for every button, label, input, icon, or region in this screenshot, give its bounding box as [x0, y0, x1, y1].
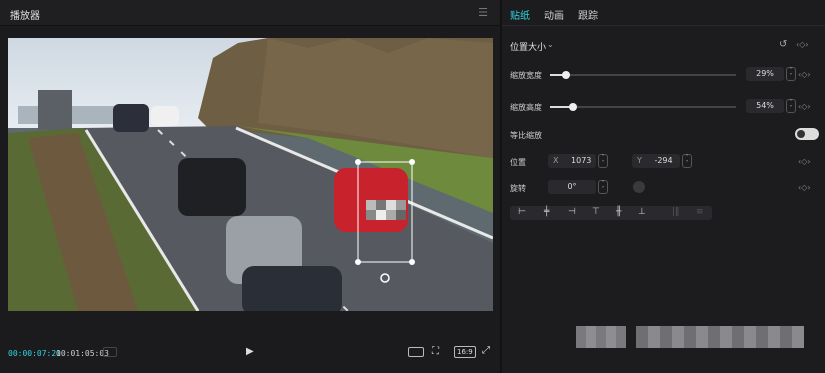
player-controls: 00:00:07:21 00:01:05:03 ▶ ⛶ 16:9 ⤢	[0, 338, 500, 368]
position-y-field[interactable]: Y -294	[632, 154, 680, 168]
y-axis-label: Y	[637, 156, 642, 165]
scale-height-slider[interactable]	[550, 103, 736, 111]
tab-sticker[interactable]: 贴纸	[510, 7, 530, 22]
quality-icon[interactable]	[408, 347, 424, 357]
keyframe-icon[interactable]: ‹◇›	[798, 70, 811, 79]
scale-height-stepper[interactable]: ˄ ˅	[786, 99, 796, 113]
crop-icon[interactable]: ⛶	[432, 346, 439, 357]
position-y-stepper[interactable]: ˄ ˅	[682, 154, 692, 168]
scale-height-value[interactable]: 54%	[746, 99, 784, 113]
tab-tracking[interactable]: 跟踪	[578, 7, 598, 22]
scale-width-slider[interactable]	[550, 71, 736, 79]
play-icon[interactable]: ▶	[246, 346, 254, 357]
video-preview[interactable]	[8, 38, 493, 311]
align-right-icon[interactable]: ⊣	[568, 207, 576, 217]
keyframe-icon[interactable]: ‹◇›	[798, 157, 811, 166]
property-tabs: 贴纸 动画 跟踪	[502, 0, 825, 26]
aspect-ratio-button[interactable]: 16:9	[454, 346, 476, 358]
uniform-scale-label: 等比缩放	[510, 131, 542, 140]
slider-handle[interactable]	[562, 71, 570, 79]
thumbnail-grid-icon[interactable]	[103, 347, 117, 357]
alignment-toolbar: ⊢ ╪ ⊣ ⊤ ╫ ⊥ |‖ ≡	[510, 206, 712, 220]
scale-width-stepper[interactable]: ˄ ˅	[786, 67, 796, 81]
align-top-icon[interactable]: ⊤	[592, 207, 600, 217]
chevron-down-icon[interactable]: ⌄	[547, 40, 554, 49]
align-bottom-icon[interactable]: ⊥	[638, 207, 646, 217]
align-center-v-icon[interactable]: ╫	[616, 207, 621, 217]
position-x-stepper[interactable]: ˄ ˅	[598, 154, 608, 168]
position-label: 位置	[510, 158, 526, 167]
current-timecode: 00:00:07:21	[8, 349, 61, 358]
player-panel: 播放器 ☰ 00:00:07:21 00:01:05:03 ▶ ⛶ 16:9 ⤢	[0, 0, 500, 373]
keyframe-icon[interactable]: ‹◇›	[798, 183, 811, 192]
keyframe-icon[interactable]: ‹◇›	[798, 102, 811, 111]
position-y-value: -294	[654, 156, 673, 165]
player-header: 播放器 ☰	[0, 0, 500, 26]
rotation-dial-icon[interactable]	[633, 181, 645, 193]
uniform-scale-toggle[interactable]	[795, 128, 819, 140]
distribute-v-icon[interactable]: ≡	[696, 207, 704, 217]
redacted-area	[576, 326, 626, 348]
redacted-area	[636, 326, 804, 348]
align-center-h-icon[interactable]: ╪	[544, 207, 549, 217]
rotation-label: 旋转	[510, 184, 526, 193]
rotation-value[interactable]: 0°	[548, 180, 596, 194]
total-timecode: 00:01:05:03	[56, 349, 109, 358]
position-x-field[interactable]: X 1073	[548, 154, 596, 168]
keyframe-icon[interactable]: ‹◇›	[796, 40, 809, 49]
tab-animation[interactable]: 动画	[544, 7, 564, 22]
scale-height-label: 缩放高度	[510, 103, 542, 112]
video-frame	[8, 38, 493, 311]
properties-panel: 贴纸 动画 跟踪 位置大小 ⌄ ↺ ‹◇› 缩放宽度 29% ˄ ˅ ‹◇› 缩放…	[502, 0, 825, 373]
reset-icon[interactable]: ↺	[779, 39, 787, 50]
fullscreen-icon[interactable]: ⤢	[482, 345, 490, 356]
align-left-icon[interactable]: ⊢	[518, 207, 526, 217]
section-title: 位置大小	[510, 43, 547, 53]
distribute-h-icon[interactable]: |‖	[672, 207, 680, 217]
player-title: 播放器	[10, 11, 40, 22]
rotation-stepper[interactable]: ˄ ˅	[598, 180, 608, 194]
scale-width-value[interactable]: 29%	[746, 67, 784, 81]
menu-icon[interactable]: ☰	[478, 6, 488, 19]
x-axis-label: X	[553, 156, 559, 165]
scale-width-label: 缩放宽度	[510, 71, 542, 80]
slider-handle[interactable]	[569, 103, 577, 111]
position-x-value: 1073	[571, 156, 592, 165]
